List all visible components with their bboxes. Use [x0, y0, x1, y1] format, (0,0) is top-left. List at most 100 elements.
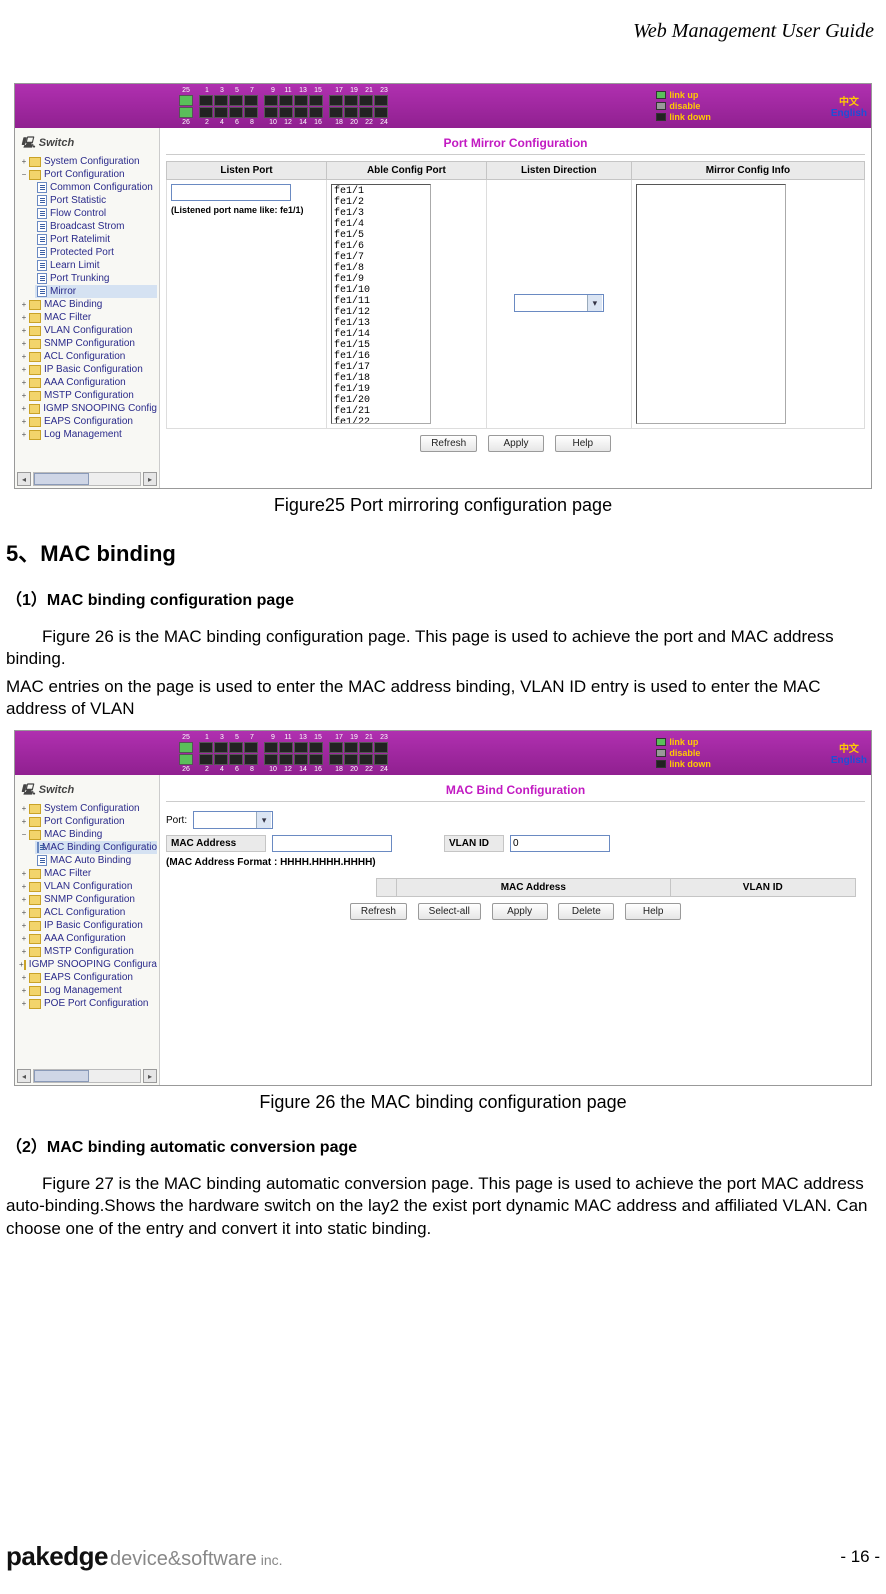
listen-port-input[interactable] [171, 184, 291, 201]
tree-item[interactable]: +IP Basic Configuration [17, 919, 157, 932]
port-cell[interactable] [309, 742, 323, 753]
port-cell[interactable] [244, 742, 258, 753]
port-cell[interactable] [329, 742, 343, 753]
able-port-listbox[interactable]: fe1/1fe1/2fe1/3fe1/4fe1/5fe1/6fe1/7fe1/8… [331, 184, 431, 424]
port-cell[interactable] [329, 754, 343, 765]
tree-item[interactable]: Learn Limit [35, 259, 157, 272]
port-cell[interactable] [309, 107, 323, 118]
port-cell[interactable] [344, 107, 358, 118]
port-cell[interactable] [199, 95, 213, 106]
port-cell[interactable] [279, 95, 293, 106]
port-option[interactable]: fe1/6 [334, 241, 428, 252]
tree-item[interactable]: +Log Management [17, 984, 157, 997]
apply-button[interactable]: Apply [492, 903, 548, 920]
tree-item[interactable]: +SNMP Configuration [17, 893, 157, 906]
port-cell[interactable] [179, 754, 193, 765]
tree-item[interactable]: +MSTP Configuration [17, 945, 157, 958]
port-cell[interactable] [264, 754, 278, 765]
port-option[interactable]: fe1/7 [334, 252, 428, 263]
port-cell[interactable] [264, 742, 278, 753]
tree-hscroll[interactable]: ◂ ▸ [17, 472, 157, 486]
lang-en[interactable]: English [831, 108, 867, 119]
port-cell[interactable] [179, 107, 193, 118]
tree-item[interactable]: +System Configuration [17, 802, 157, 815]
tree-item[interactable]: +VLAN Configuration [17, 880, 157, 893]
port-cell[interactable] [344, 754, 358, 765]
port-option[interactable]: fe1/4 [334, 219, 428, 230]
tree-item[interactable]: +Port Configuration [17, 815, 157, 828]
port-cell[interactable] [294, 754, 308, 765]
port-cell[interactable] [374, 95, 388, 106]
scroll-right-icon[interactable]: ▸ [143, 1069, 157, 1083]
tree-item[interactable]: +MAC Filter [17, 867, 157, 880]
port-cell[interactable] [229, 107, 243, 118]
port-cell[interactable] [374, 754, 388, 765]
port-option[interactable]: fe1/18 [334, 373, 428, 384]
tree-item[interactable]: +SNMP Configuration [17, 337, 157, 350]
port-cell[interactable] [279, 107, 293, 118]
tree-item[interactable]: +AAA Configuration [17, 932, 157, 945]
port-option[interactable]: fe1/19 [334, 384, 428, 395]
port-option[interactable]: fe1/1 [334, 186, 428, 197]
tree-item[interactable]: Port Ratelimit [35, 233, 157, 246]
nav-tree[interactable]: 🖳 Switch +System Configuration−Port Conf… [15, 128, 160, 488]
port-cell[interactable] [344, 742, 358, 753]
tree-item[interactable]: +EAPS Configuration [17, 415, 157, 428]
port-cell[interactable] [374, 742, 388, 753]
tree-item[interactable]: +POE Port Configuration [17, 997, 157, 1010]
port-cell[interactable] [309, 754, 323, 765]
apply-button[interactable]: Apply [488, 435, 544, 452]
port-option[interactable]: fe1/16 [334, 351, 428, 362]
tree-item[interactable]: Mirror [35, 285, 157, 298]
tree-hscroll-2[interactable]: ◂ ▸ [17, 1069, 157, 1083]
language-toggle[interactable]: 中文 English [831, 93, 867, 119]
port-cell[interactable] [179, 95, 193, 106]
port-cell[interactable] [229, 95, 243, 106]
tree-item[interactable]: +IP Basic Configuration [17, 363, 157, 376]
tree-item[interactable]: −Port Configuration [17, 168, 157, 181]
tree-item[interactable]: +IGMP SNOOPING Config [17, 402, 157, 415]
port-option[interactable]: fe1/15 [334, 340, 428, 351]
tree-item[interactable]: +IGMP SNOOPING Configura [17, 958, 157, 971]
port-cell[interactable] [199, 754, 213, 765]
port-cell[interactable] [229, 754, 243, 765]
refresh-button[interactable]: Refresh [420, 435, 477, 452]
scroll-thumb[interactable] [34, 1070, 89, 1082]
port-cell[interactable] [359, 107, 373, 118]
port-cell[interactable] [344, 95, 358, 106]
port-cell[interactable] [214, 107, 228, 118]
port-cell[interactable] [329, 95, 343, 106]
tree-item[interactable]: MAC Auto Binding [35, 854, 157, 867]
port-option[interactable]: fe1/12 [334, 307, 428, 318]
tree-item[interactable]: MAC Binding Configuratio [35, 841, 157, 854]
tree-item[interactable]: Broadcast Strom [35, 220, 157, 233]
listen-direction-select[interactable] [514, 294, 604, 312]
tree-item[interactable]: +AAA Configuration [17, 376, 157, 389]
port-cell[interactable] [199, 742, 213, 753]
tree-item[interactable]: +System Configuration [17, 155, 157, 168]
port-option[interactable]: fe1/21 [334, 406, 428, 417]
tree-item[interactable]: +MSTP Configuration [17, 389, 157, 402]
port-option[interactable]: fe1/17 [334, 362, 428, 373]
port-cell[interactable] [244, 95, 258, 106]
tree-item[interactable]: Port Trunking [35, 272, 157, 285]
port-cell[interactable] [214, 742, 228, 753]
help-button[interactable]: Help [625, 903, 681, 920]
lang-zh[interactable]: 中文 [831, 93, 867, 108]
port-option[interactable]: fe1/11 [334, 296, 428, 307]
port-cell[interactable] [179, 742, 193, 753]
scroll-thumb[interactable] [34, 473, 89, 485]
port-option[interactable]: fe1/22 [334, 417, 428, 424]
port-cell[interactable] [359, 754, 373, 765]
port-cell[interactable] [294, 95, 308, 106]
tree-item[interactable]: +EAPS Configuration [17, 971, 157, 984]
port-cell[interactable] [244, 754, 258, 765]
tree-item[interactable]: Port Statistic [35, 194, 157, 207]
tree-item[interactable]: +VLAN Configuration [17, 324, 157, 337]
select-all-button[interactable]: Select-all [418, 903, 481, 920]
port-cell[interactable] [264, 107, 278, 118]
port-select[interactable] [193, 811, 273, 829]
port-option[interactable]: fe1/5 [334, 230, 428, 241]
tree-item[interactable]: Common Configuration [35, 181, 157, 194]
port-cell[interactable] [294, 107, 308, 118]
